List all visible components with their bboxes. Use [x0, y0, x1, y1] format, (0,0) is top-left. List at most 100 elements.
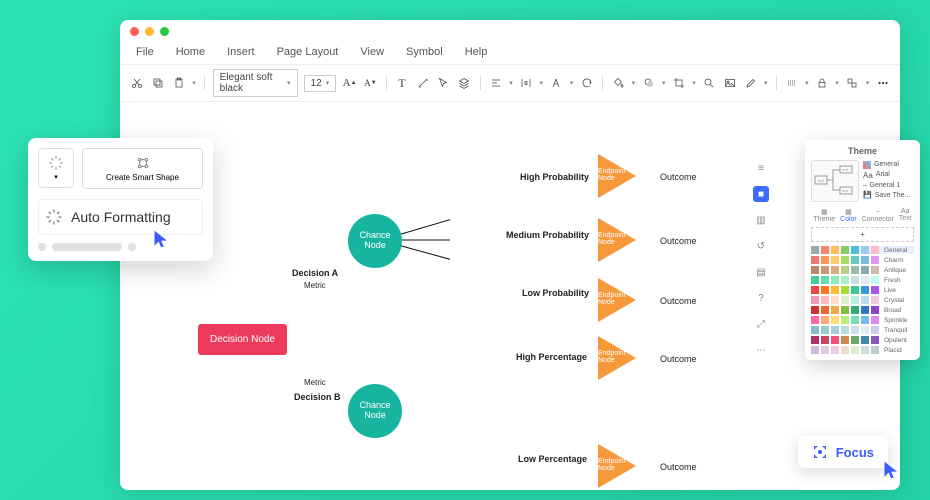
font-size-select[interactable]: 12▾ — [304, 75, 337, 92]
theme-tab-color[interactable]: ▦Color — [840, 208, 857, 223]
menu-symbol[interactable]: Symbol — [406, 46, 443, 58]
increase-font-icon[interactable]: A▲ — [342, 74, 357, 92]
align-icon[interactable] — [488, 74, 503, 92]
focus-icon — [812, 444, 828, 460]
paste-icon[interactable] — [172, 74, 187, 92]
toolbar: ▾ Elegant soft black▾ 12▾ A▲ A▼ T ▾ ▾ ▾ … — [120, 65, 900, 102]
create-smart-shape-button[interactable]: Create Smart Shape — [82, 148, 203, 189]
smart-shape-popup: ▾ Create Smart Shape Auto Formatting — [28, 138, 213, 261]
decision-b-label: Decision B — [294, 392, 341, 402]
right-side-toolbar: ≡ ■ ▥ ↺ ▤ ? ⤢ ⋯ — [750, 160, 772, 358]
auto-formatting-button[interactable]: Auto Formatting — [38, 199, 203, 235]
menu-help[interactable]: Help — [465, 46, 488, 58]
svg-text:text: text — [842, 188, 849, 193]
palette-row-broad[interactable]: Broad — [811, 306, 914, 314]
theme-panel: Theme text text text General AaArial ⎯Gene… — [805, 140, 920, 360]
cut-icon[interactable] — [130, 74, 145, 92]
menubar: File Home Insert Page Layout View Symbol… — [120, 42, 900, 65]
side-collapse-icon[interactable]: ≡ — [753, 160, 769, 176]
search-icon[interactable] — [702, 74, 717, 92]
close-window-dot[interactable] — [130, 27, 139, 36]
more-icon[interactable] — [875, 74, 890, 92]
group-icon[interactable] — [845, 74, 860, 92]
palette-row-opulent[interactable]: Opulent — [811, 336, 914, 344]
theme-info: General AaArial ⎯General 1 💾Save The... — [863, 160, 914, 202]
font-family-select[interactable]: Elegant soft black▾ — [213, 69, 298, 97]
outcome-4: Outcome — [660, 354, 697, 364]
distribute-icon[interactable] — [519, 74, 534, 92]
theme-preview-thumbnail[interactable]: text text text — [811, 160, 859, 202]
connector-tool-icon[interactable] — [415, 74, 430, 92]
med-prob-label: Medium Probability — [506, 230, 589, 240]
chance-node-a[interactable]: Chance Node — [348, 214, 402, 268]
crop-icon[interactable] — [671, 74, 686, 92]
svg-text:text: text — [818, 178, 825, 183]
chance-node-b[interactable]: Chance Node — [348, 384, 402, 438]
palette-row-charm[interactable]: Charm — [811, 256, 914, 264]
palette-row-crystal[interactable]: Crystal — [811, 296, 914, 304]
endpoint-node-4[interactable]: Endpoint Node — [598, 336, 636, 380]
fill-color-icon[interactable] — [611, 74, 626, 92]
endpoint-node-2[interactable]: Endpoint Node — [598, 218, 636, 262]
side-history-icon[interactable]: ↺ — [753, 238, 769, 254]
text-tool-icon[interactable]: T — [395, 74, 410, 92]
palette-row-sprinkle[interactable]: Sprinkle — [811, 316, 914, 324]
svg-text:text: text — [842, 167, 849, 172]
add-palette-button[interactable]: + — [811, 227, 914, 242]
smart-shape-icon-button[interactable]: ▾ — [38, 148, 74, 188]
theme-tab-theme[interactable]: ▦Theme — [813, 208, 835, 223]
line-style-icon[interactable] — [784, 74, 799, 92]
image-icon[interactable] — [723, 74, 738, 92]
theme-panel-title: Theme — [811, 146, 914, 156]
menu-file[interactable]: File — [136, 46, 154, 58]
palette-row-live[interactable]: Live — [811, 286, 914, 294]
focus-button[interactable]: Focus — [798, 436, 888, 468]
outcome-3: Outcome — [660, 296, 697, 306]
low-pct-label: Low Percentage — [518, 454, 587, 464]
rotate-icon[interactable] — [579, 74, 594, 92]
menu-insert[interactable]: Insert — [227, 46, 255, 58]
palette-list: General Charm Antique Fresh Live Crystal Broad… — [811, 246, 914, 354]
side-more-icon[interactable]: ⋯ — [753, 342, 769, 358]
decision-a-label: Decision A — [292, 268, 338, 278]
metric-label-b: Metric — [304, 378, 326, 387]
side-page-icon[interactable]: ▤ — [753, 264, 769, 280]
pen-icon[interactable] — [743, 74, 758, 92]
copy-icon[interactable] — [151, 74, 166, 92]
menu-pagelayout[interactable]: Page Layout — [277, 46, 339, 58]
side-layout-icon[interactable]: ▥ — [753, 212, 769, 228]
outcome-2: Outcome — [660, 236, 697, 246]
text-align-icon[interactable] — [549, 74, 564, 92]
palette-row-general[interactable]: General — [811, 246, 914, 254]
metric-label-a: Metric — [304, 281, 326, 290]
side-theme-icon[interactable]: ■ — [753, 186, 769, 202]
pointer-tool-icon[interactable] — [436, 74, 451, 92]
decrease-font-icon[interactable]: A▼ — [363, 74, 378, 92]
outcome-1: Outcome — [660, 172, 697, 182]
high-pct-label: High Percentage — [516, 352, 587, 362]
app-window: File Home Insert Page Layout View Symbol… — [120, 20, 900, 490]
low-prob-label: Low Probability — [522, 288, 589, 298]
side-expand-icon[interactable]: ⤢ — [753, 316, 769, 332]
shadow-icon[interactable] — [641, 74, 656, 92]
palette-row-placid[interactable]: Placid — [811, 346, 914, 354]
endpoint-node-3[interactable]: Endpoint Node — [598, 278, 636, 322]
lock-icon[interactable] — [815, 74, 830, 92]
theme-tab-connector[interactable]: ⎯Connector — [862, 208, 894, 223]
side-help-icon[interactable]: ? — [753, 290, 769, 306]
endpoint-node-5[interactable]: Endpoint Node — [598, 444, 636, 488]
palette-row-tranquil[interactable]: Tranquil — [811, 326, 914, 334]
high-prob-label: High Probability — [520, 172, 589, 182]
minimize-window-dot[interactable] — [145, 27, 154, 36]
palette-row-fresh[interactable]: Fresh — [811, 276, 914, 284]
menu-view[interactable]: View — [360, 46, 384, 58]
palette-row-antique[interactable]: Antique — [811, 266, 914, 274]
decision-node[interactable]: Decision Node — [198, 324, 287, 355]
maximize-window-dot[interactable] — [160, 27, 169, 36]
layers-icon[interactable] — [457, 74, 472, 92]
popup-page-dots — [38, 243, 203, 251]
theme-tab-text[interactable]: AaText — [899, 208, 912, 223]
endpoint-node-1[interactable]: Endpoint Node — [598, 154, 636, 198]
menu-home[interactable]: Home — [176, 46, 205, 58]
window-titlebar — [120, 20, 900, 42]
